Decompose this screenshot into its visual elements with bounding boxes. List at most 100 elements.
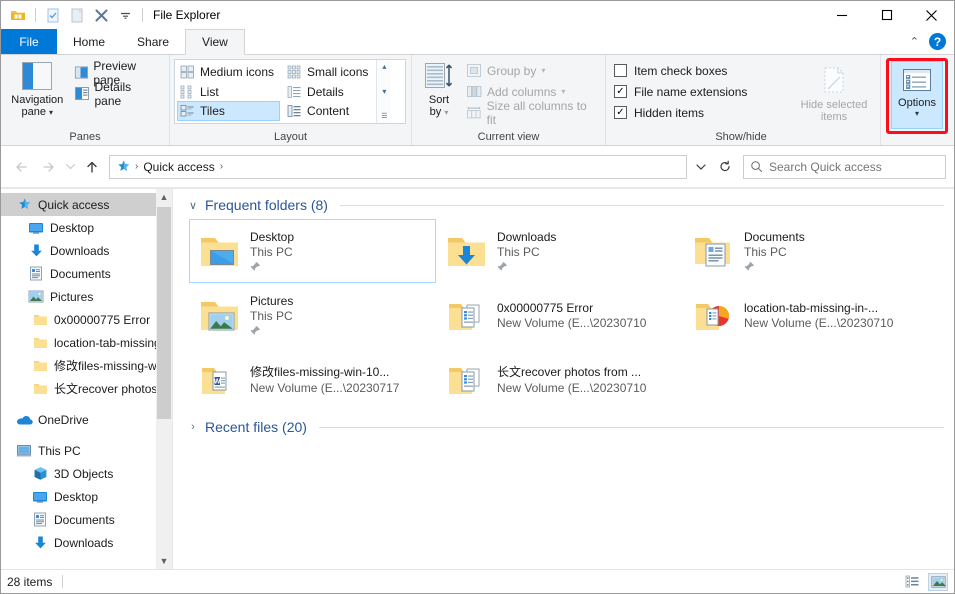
minimize-button[interactable] <box>819 1 864 29</box>
navigation-pane-button[interactable]: Navigation pane ▾ <box>5 58 70 118</box>
sidebar-item-quick-access[interactable]: Quick access <box>1 193 172 216</box>
options-caret-icon[interactable]: ▾ <box>915 110 919 118</box>
tile-sub: This PC <box>497 245 556 259</box>
layout-details[interactable]: Details <box>284 82 374 102</box>
tile-0x00000775-error[interactable]: 0x00000775 Error New Volume (E...\202307… <box>436 283 683 347</box>
address-field[interactable]: › Quick access › <box>109 155 687 179</box>
file-name-extensions-checkbox[interactable]: ✓ <box>614 85 627 98</box>
quick-access-star-icon <box>15 197 33 213</box>
tile-location-tab-missing[interactable]: location-tab-missing-in-... New Volume (… <box>683 283 930 347</box>
delete-icon[interactable] <box>90 4 112 26</box>
hide-selected-items-button[interactable]: Hide selected items <box>798 58 870 123</box>
hidden-items-checkbox[interactable]: ✓ <box>614 106 627 119</box>
gallery-more-icon[interactable]: ☰ <box>381 112 387 121</box>
tab-view[interactable]: View <box>185 29 245 55</box>
tile-changwen-recover-photos[interactable]: 长文recover photos from ... New Volume (E.… <box>436 347 683 411</box>
sidebar-item-label: Documents <box>54 513 115 527</box>
refresh-button[interactable] <box>713 154 737 180</box>
scroll-down-icon[interactable]: ▼ <box>156 553 172 569</box>
group-by-button[interactable]: Group by ▾ <box>462 60 601 81</box>
navigation-pane-caret-icon[interactable]: ▾ <box>49 108 53 117</box>
maximize-button[interactable] <box>864 1 909 29</box>
this-pc-icon <box>15 443 33 459</box>
sidebar-item-this-pc-desktop[interactable]: Desktop <box>1 485 172 508</box>
tile-pictures[interactable]: Pictures This PC <box>189 283 436 347</box>
sidebar-item-documents[interactable]: Documents <box>1 262 172 285</box>
gallery-scroll-up-icon[interactable]: ▴ <box>382 62 386 71</box>
size-columns-icon <box>466 105 482 120</box>
add-columns-caret-icon[interactable]: ▾ <box>561 88 565 96</box>
sidebar-item-folder-2[interactable]: location-tab-missing- <box>1 331 172 354</box>
gallery-scroll-down-icon[interactable]: ▾ <box>382 87 386 96</box>
size-all-columns-button[interactable]: Size all columns to fit <box>462 102 601 123</box>
ribbon-group-panes: Navigation pane ▾ Preview pane <box>1 55 169 145</box>
collapse-ribbon-icon[interactable]: ⌃ <box>910 35 919 48</box>
options-button[interactable]: Options ▾ <box>891 61 943 129</box>
tab-home[interactable]: Home <box>57 29 121 54</box>
layout-list[interactable]: List <box>177 82 280 102</box>
sidebar-item-this-pc[interactable]: This PC <box>1 439 172 462</box>
sort-by-button[interactable]: Sort by ▾ <box>416 58 462 118</box>
chevron-down-icon[interactable]: ∨ <box>187 199 199 212</box>
address-dropdown-button[interactable] <box>689 154 713 180</box>
sidebar-item-folder-4[interactable]: 长文recover photos fr <box>1 377 172 400</box>
item-check-boxes-checkbox[interactable] <box>614 64 627 77</box>
item-check-boxes-row[interactable]: Item check boxes <box>610 60 798 81</box>
nav-spacer-2 <box>1 431 172 439</box>
layout-content[interactable]: Content <box>284 101 374 121</box>
group-rule <box>319 427 944 428</box>
content-icon <box>287 104 302 118</box>
chevron-right-icon[interactable]: › <box>187 421 199 433</box>
file-name-extensions-row[interactable]: ✓ File name extensions <box>610 81 798 102</box>
breadcrumb-quick-access[interactable]: Quick access <box>140 160 217 174</box>
details-view-button[interactable] <box>902 573 922 591</box>
tile-downloads[interactable]: Downloads This PC <box>436 219 683 283</box>
documents-icon <box>27 266 45 282</box>
search-input[interactable]: Search Quick access <box>743 155 946 179</box>
back-button[interactable] <box>9 154 35 180</box>
sidebar-item-folder-3[interactable]: 修改files-missing-win <box>1 354 172 377</box>
layout-tiles[interactable]: Tiles <box>177 101 280 121</box>
up-button[interactable] <box>79 154 105 180</box>
hidden-items-row[interactable]: ✓ Hidden items <box>610 102 798 123</box>
tile-desktop[interactable]: Desktop This PC <box>189 219 436 283</box>
pin-icon <box>744 261 755 272</box>
layout-small-icons[interactable]: Small icons <box>284 62 374 82</box>
help-icon[interactable]: ? <box>929 33 946 50</box>
sidebar-item-onedrive[interactable]: OneDrive <box>1 408 172 431</box>
close-button[interactable] <box>909 1 954 29</box>
current-view-small-buttons: Group by ▾ Add columns ▾ <box>462 58 601 123</box>
window-title: File Explorer <box>153 8 220 22</box>
recent-locations-button[interactable] <box>61 154 79 180</box>
group-by-caret-icon[interactable]: ▾ <box>541 67 545 75</box>
sidebar-item-pictures[interactable]: Pictures <box>1 285 172 308</box>
tile-xiugai-files-missing[interactable]: W 修改files-missing-win-10... New Volume (… <box>189 347 436 411</box>
sort-by-caret-icon[interactable]: ▾ <box>444 108 448 117</box>
tab-file[interactable]: File <box>1 29 57 54</box>
properties-icon[interactable] <box>42 4 64 26</box>
forward-button[interactable] <box>35 154 61 180</box>
group-header-frequent-folders[interactable]: ∨ Frequent folders (8) <box>187 197 944 213</box>
navigation-pane-scroll-thumb[interactable] <box>157 207 171 419</box>
sidebar-item-desktop[interactable]: Desktop <box>1 216 172 239</box>
sidebar-item-3d-objects[interactable]: 3D Objects <box>1 462 172 485</box>
details-pane-button[interactable]: Details pane <box>70 83 165 104</box>
sidebar-item-folder-1[interactable]: 0x00000775 Error <box>1 308 172 331</box>
layout-medium-icons[interactable]: Medium icons <box>177 62 280 82</box>
new-folder-icon[interactable] <box>66 4 88 26</box>
customize-qat-icon[interactable] <box>114 4 136 26</box>
small-icons-icon <box>287 65 302 79</box>
tile-name: Documents <box>744 230 805 244</box>
sidebar-item-this-pc-documents[interactable]: Documents <box>1 508 172 531</box>
explorer-icon[interactable] <box>7 4 29 26</box>
scroll-up-icon[interactable]: ▲ <box>156 189 172 205</box>
sidebar-item-downloads[interactable]: Downloads <box>1 239 172 262</box>
tile-documents[interactable]: Documents This PC <box>683 219 930 283</box>
tab-share[interactable]: Share <box>121 29 185 54</box>
sidebar-item-this-pc-downloads[interactable]: Downloads <box>1 531 172 554</box>
group-header-recent-files[interactable]: › Recent files (20) <box>187 419 944 435</box>
details-view-icon <box>905 575 920 588</box>
details-pane-label: Details pane <box>95 80 162 108</box>
crumb-sep-2[interactable]: › <box>218 161 225 172</box>
large-icons-view-button[interactable] <box>928 573 948 591</box>
